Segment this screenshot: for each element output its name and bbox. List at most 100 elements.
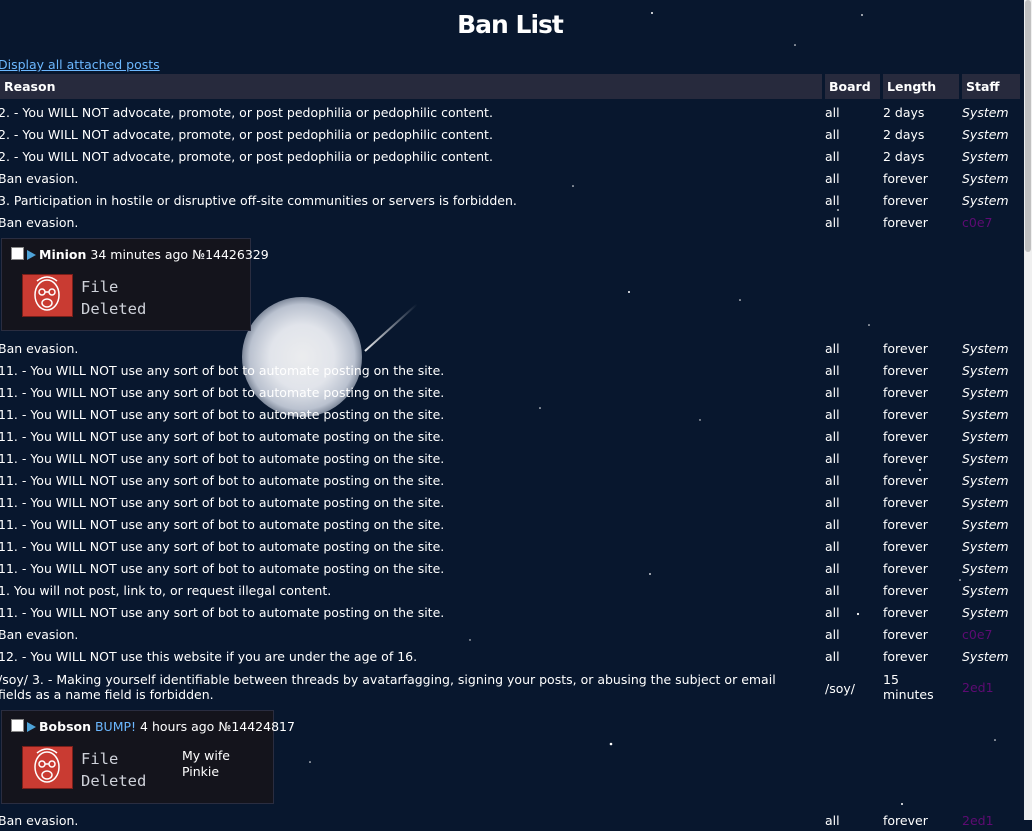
ban-staff: System	[962, 605, 1009, 620]
ban-board: all	[825, 627, 840, 642]
ban-staff: System	[962, 561, 1009, 576]
ban-board: all	[825, 605, 840, 620]
ban-row: 11. - You WILL NOT use any sort of bot t…	[0, 603, 1020, 623]
ban-board: all	[825, 149, 840, 164]
scrollbar-thumb[interactable]	[1025, 0, 1031, 252]
ban-reason: 2. - You WILL NOT advocate, promote, or …	[0, 149, 493, 164]
ban-board: all	[825, 193, 840, 208]
ban-staff: System	[962, 429, 1009, 444]
file-deleted-notice: File Deleted	[81, 750, 147, 790]
post-number[interactable]: №14424817	[218, 719, 295, 734]
ban-staff: System	[962, 149, 1009, 164]
ban-board: all	[825, 649, 840, 664]
ban-staff: System	[962, 517, 1009, 532]
expand-triangle-icon[interactable]	[27, 722, 36, 732]
ban-length: forever	[883, 583, 928, 598]
ban-row: 11. - You WILL NOT use any sort of bot t…	[0, 361, 1020, 381]
ban-row: 11. - You WILL NOT use any sort of bot t…	[0, 449, 1020, 469]
ban-reason: 11. - You WILL NOT use any sort of bot t…	[0, 451, 445, 466]
ban-staff: System	[962, 363, 1009, 378]
ban-staff: System	[962, 451, 1009, 466]
post-number[interactable]: №14426329	[192, 247, 269, 262]
post-time: 34 minutes ago	[90, 247, 189, 262]
ban-board: all	[825, 539, 840, 554]
ban-reason: Ban evasion.	[0, 627, 79, 642]
ban-staff: System	[962, 473, 1009, 488]
ban-staff-link[interactable]: 2ed1	[962, 680, 994, 695]
ban-length: forever	[883, 539, 928, 554]
ban-row: 2. - You WILL NOT advocate, promote, or …	[0, 125, 1020, 145]
display-all-attached-posts-link[interactable]: Display all attached posts	[0, 57, 160, 72]
post-checkbox[interactable]	[11, 247, 24, 260]
ban-length: forever	[883, 341, 928, 356]
ban-length: forever	[883, 451, 928, 466]
vertical-scrollbar[interactable]	[1024, 0, 1032, 820]
ban-board: all	[825, 451, 840, 466]
ban-reason: 11. - You WILL NOT use any sort of bot t…	[0, 495, 445, 510]
ban-board: all	[825, 171, 840, 186]
ban-staff: System	[962, 105, 1009, 120]
ban-row: 11. - You WILL NOT use any sort of bot t…	[0, 559, 1020, 579]
ban-board: all	[825, 517, 840, 532]
ban-staff-link[interactable]: c0e7	[962, 213, 992, 233]
ban-reason: 11. - You WILL NOT use any sort of bot t…	[0, 473, 445, 488]
ban-row: Ban evasion. all forever 2ed1	[0, 811, 1020, 831]
file-deleted-notice: File Deleted	[81, 278, 147, 318]
ban-reason: 11. - You WILL NOT use any sort of bot t…	[0, 407, 445, 422]
soyjak-thumbnail-icon[interactable]	[22, 746, 73, 789]
ban-length: forever	[883, 429, 928, 444]
ban-row: Ban evasion. all forever System	[0, 169, 1020, 189]
ban-row: 11. - You WILL NOT use any sort of bot t…	[0, 427, 1020, 447]
ban-row: Ban evasion. all forever c0e7	[0, 213, 1020, 233]
ban-reason: 11. - You WILL NOT use any sort of bot t…	[0, 429, 445, 444]
ban-reason: 11. - You WILL NOT use any sort of bot t…	[0, 363, 445, 378]
attached-post: Minion 34 minutes ago №14426329 File Del…	[1, 238, 269, 331]
page-title: Ban List	[457, 10, 564, 39]
ban-row: 11. - You WILL NOT use any sort of bot t…	[0, 515, 1020, 535]
ban-staff-link[interactable]: 2ed1	[962, 811, 994, 831]
ban-row: Ban evasion. all forever System	[0, 339, 1020, 359]
ban-staff: System	[962, 127, 1009, 142]
ban-reason: Ban evasion.	[0, 215, 79, 230]
post-time: 4 hours ago	[140, 719, 215, 734]
ban-reason: Ban evasion.	[0, 341, 79, 356]
ban-board: all	[825, 215, 840, 230]
ban-reason: 2. - You WILL NOT advocate, promote, or …	[0, 127, 493, 142]
post-checkbox[interactable]	[11, 719, 24, 732]
ban-reason: 2. - You WILL NOT advocate, promote, or …	[0, 105, 493, 120]
ban-row: 11. - You WILL NOT use any sort of bot t…	[0, 493, 1020, 513]
poster-name: Minion	[39, 247, 87, 262]
ban-table-header: Reason Board Length Staff	[0, 74, 1020, 99]
ban-board: all	[825, 429, 840, 444]
bump-label: BUMP!	[94, 719, 137, 734]
ban-row: 3. Participation in hostile or disruptiv…	[0, 191, 1020, 211]
ban-board: all	[825, 105, 840, 120]
ban-board: all	[825, 495, 840, 510]
ban-length: forever	[883, 363, 928, 378]
expand-triangle-icon[interactable]	[27, 250, 36, 260]
ban-row: 11. - You WILL NOT use any sort of bot t…	[0, 537, 1020, 557]
ban-board: all	[825, 363, 840, 378]
ban-row: 11. - You WILL NOT use any sort of bot t…	[0, 405, 1020, 425]
ban-staff: System	[962, 649, 1009, 664]
ban-length: forever	[883, 171, 928, 186]
column-header-board: Board	[825, 74, 880, 99]
ban-staff-link[interactable]: c0e7	[962, 625, 992, 645]
soyjak-thumbnail-icon[interactable]	[22, 274, 73, 317]
column-header-reason: Reason	[0, 74, 822, 99]
ban-staff: System	[962, 407, 1009, 422]
ban-staff: System	[962, 385, 1009, 400]
ban-length: 2 days	[883, 105, 925, 120]
ban-staff: System	[962, 495, 1009, 510]
ban-reason: 1. You will not post, link to, or reques…	[0, 583, 332, 598]
post-header: Bobson BUMP! 4 hours ago №14424817	[11, 719, 295, 735]
ban-board: /soy/	[825, 681, 855, 696]
poster-name: Bobson	[39, 719, 91, 734]
ban-length: 15 minutes	[883, 672, 934, 702]
ban-reason: 11. - You WILL NOT use any sort of bot t…	[0, 539, 445, 554]
ban-length: forever	[883, 561, 928, 576]
post-header: Minion 34 minutes ago №14426329	[11, 247, 269, 263]
ban-reason: 12. - You WILL NOT use this website if y…	[0, 649, 418, 664]
ban-reason: 11. - You WILL NOT use any sort of bot t…	[0, 385, 445, 400]
ban-staff: System	[962, 539, 1009, 554]
